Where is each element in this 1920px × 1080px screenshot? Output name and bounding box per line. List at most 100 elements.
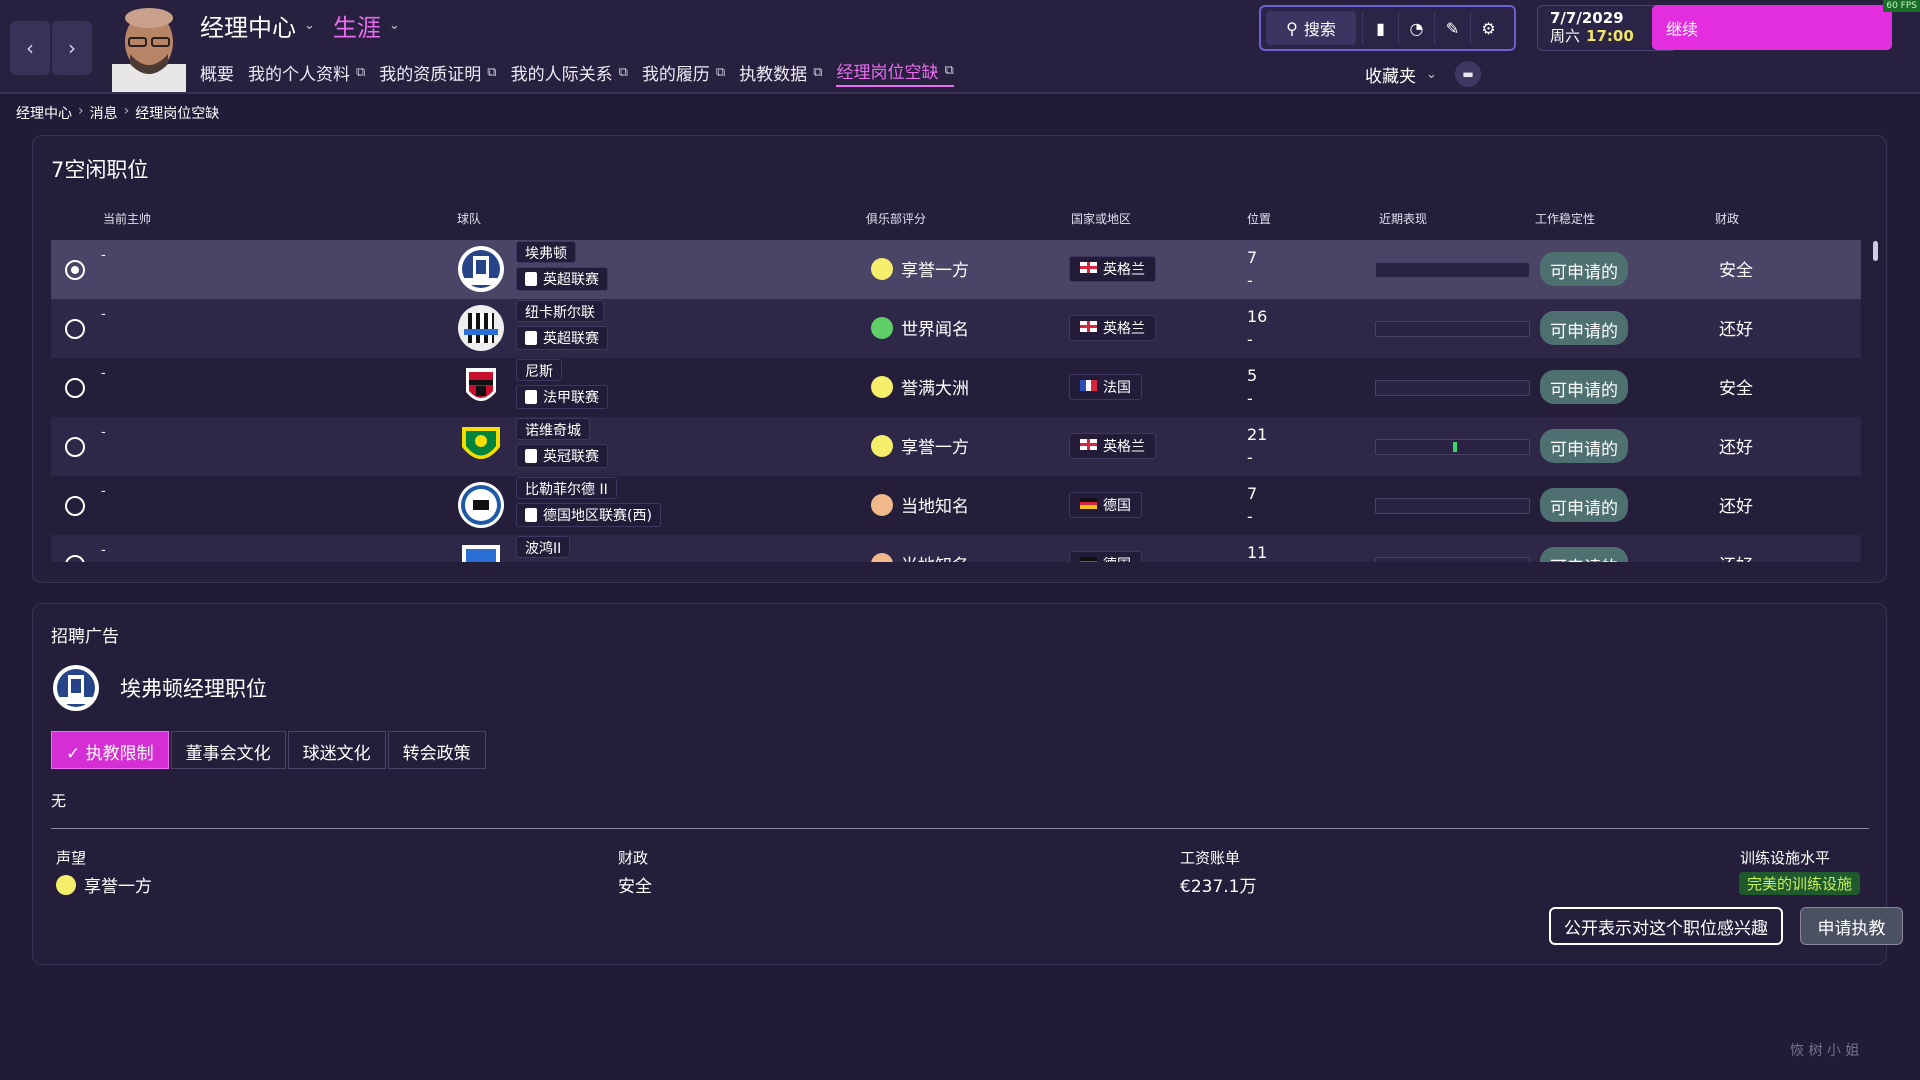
back-button[interactable]: ‹ [10,21,50,75]
advert-heading: 招聘广告 [51,627,119,647]
express-interest-button[interactable]: 公开表示对这个职位感兴趣 [1549,907,1783,945]
external-link-icon: ⧉ [487,65,497,80]
column-header-form[interactable]: 近期表现 [1379,210,1427,227]
position-change: - [1247,389,1253,408]
tab-board-culture[interactable]: 董事会文化 [170,731,286,769]
tab-transfer-policy[interactable]: 转会政策 [387,731,486,769]
tab-fan-culture[interactable]: 球迷文化 [287,731,386,769]
tab-history[interactable]: 我的履历 ⧉ [642,58,725,87]
league-badge[interactable]: 德国地区联赛(西) [516,503,661,527]
table-row[interactable]: - 埃弗顿 英超联赛 享誉一方 英格兰 7- 可申请的 安全 [51,240,1861,299]
breadcrumb-item[interactable]: 经理中心 [16,103,72,123]
tab-job-vacancies[interactable]: 经理岗位空缺 ⧉ [836,58,954,87]
club-crest-icon[interactable] [456,480,506,530]
tab-coaching-restrictions[interactable]: ✓ 执教限制 [51,731,169,769]
table-row[interactable]: - 纽卡斯尔联 英超联赛 世界闻名 英格兰 16 - 可申请的 还好 [51,299,1861,358]
current-manager: - [101,543,106,558]
continue-button[interactable]: 继续 [1652,5,1892,50]
nation-badge[interactable]: 德国 [1069,551,1142,562]
tab-qualifications[interactable]: 我的资质证明 ⧉ [379,58,496,87]
scrollbar-thumb[interactable] [1873,241,1878,261]
row-radio[interactable] [65,496,85,516]
section-dropdown[interactable]: 生涯 ⌄ [333,8,400,43]
sub-navigation: 概要 我的个人资料 ⧉ 我的资质证明 ⧉ 我的人际关系 ⧉ 我的履历 ⧉ 执教数据 ⧉ 经… [200,58,954,87]
table-row[interactable]: - 诺维奇城 英冠联赛 享誉一方 英格兰 21 - 可申请的 还好 [51,417,1861,476]
table-row[interactable]: - 尼斯 法甲联赛 誉满大洲 法国 5- 可申请的 安全 [51,358,1861,417]
top-bar: ‹ › 经理中心 ⌄ 生涯 ⌄ 概要 我的个人资料 ⧉ 我的资质证明 ⧉ 我的人际关… [0,0,1920,94]
table-header: 当前主帅 球队 俱乐部评分 国家或地区 位置 近期表现 工作稳定性 财政 [51,210,1861,230]
column-header-nation[interactable]: 国家或地区 [1071,210,1131,227]
club-name[interactable]: 比勒菲尔德 II [516,477,617,499]
nation-badge[interactable]: 英格兰 [1069,315,1156,341]
league-position: 7- [1247,482,1257,528]
row-radio[interactable] [65,437,85,457]
vacancies-title: 7空闲职位 [51,158,149,182]
table-row[interactable]: - 波鸿II 当地知名 德国 11 可申请的 还好 [51,535,1861,562]
favourites-dropdown[interactable]: 收藏夹 ⌄ [1365,62,1437,87]
column-header-manager[interactable]: 当前主帅 [103,210,151,227]
club-crest-icon[interactable] [456,362,506,412]
league-position: 11 [1247,541,1267,562]
chevron-down-icon: ⌄ [1426,67,1437,82]
row-radio[interactable] [65,378,85,398]
breadcrumb-item[interactable]: 消息 [90,103,118,123]
table-row[interactable]: - 比勒菲尔德 II 德国地区联赛(西) 当地知名 德国 7- 可申请的 还好 [51,476,1861,535]
watermark: 恢 树 小 姐 [1790,1043,1860,1059]
reputation-text: 享誉一方 [901,261,969,281]
league-name: 德国地区联赛(西) [543,508,652,524]
column-header-stability[interactable]: 工作稳定性 [1535,210,1595,227]
league-badge[interactable]: 英超联赛 [516,267,608,291]
row-radio[interactable] [65,555,85,562]
league-badge[interactable]: 英超联赛 [516,326,608,350]
club-crest-icon[interactable] [456,303,506,353]
tab-relationships[interactable]: 我的人际关系 ⧉ [511,58,628,87]
club-crest-icon[interactable] [456,539,506,562]
brain-icon[interactable]: ◔ [1398,11,1434,45]
nation-badge[interactable]: 法国 [1069,374,1142,400]
club-crest-icon[interactable] [456,244,506,294]
column-header-reputation[interactable]: 俱乐部评分 [866,210,926,227]
tab-overview[interactable]: 概要 [200,58,234,87]
column-header-club[interactable]: 球队 [457,210,481,227]
tab-coaching-stats[interactable]: 执教数据 ⧉ [739,58,822,87]
club-crest-icon[interactable] [456,421,506,471]
column-header-position[interactable]: 位置 [1247,210,1271,227]
flag-icon [1080,261,1097,277]
club-name[interactable]: 波鸿II [516,536,571,558]
tab-profile[interactable]: 我的个人资料 ⧉ [248,58,365,87]
current-manager: - [101,248,106,263]
row-radio[interactable] [65,260,85,280]
reputation-icon [871,316,893,339]
league-badge[interactable]: 英冠联赛 [516,444,608,468]
club-name[interactable]: 诺维奇城 [516,418,590,440]
finances-value: 安全 [618,877,652,897]
manager-avatar[interactable] [112,4,186,92]
club-name[interactable]: 尼斯 [516,359,562,381]
position-change: - [1247,271,1253,290]
nation-badge[interactable]: 英格兰 [1069,433,1156,459]
reputation-icon [56,874,76,895]
league-name: 英超联赛 [543,272,599,288]
form-bar [1375,498,1530,514]
club-name[interactable]: 纽卡斯尔联 [516,300,604,322]
apply-button[interactable]: 申请执教 [1800,907,1903,945]
league-icon [525,449,537,463]
league-badge[interactable]: 法甲联赛 [516,385,608,409]
nation-badge[interactable]: 英格兰 [1069,256,1156,282]
page-title[interactable]: 经理中心 ⌄ [200,8,315,43]
position-value: 5 [1247,366,1258,385]
pencil-icon[interactable]: ✎ [1434,11,1470,45]
chat-icon[interactable]: ▬ [1455,61,1481,87]
column-header-finances[interactable]: 财政 [1715,210,1739,227]
search-button[interactable]: ⚲ 搜索 [1266,11,1356,45]
club-name[interactable]: 埃弗顿 [516,241,576,263]
reputation-text: 享誉一方 [84,877,152,897]
gear-icon[interactable]: ⚙ [1470,11,1506,45]
bookmark-icon[interactable]: ▮ [1362,11,1398,45]
row-radio[interactable] [65,319,85,339]
external-link-icon: ⧉ [618,65,628,80]
nation-badge[interactable]: 德国 [1069,492,1142,518]
forward-button[interactable]: › [52,21,92,75]
club-reputation: 享誉一方 [871,433,969,458]
breadcrumb: 经理中心 › 消息 › 经理岗位空缺 [16,103,219,123]
